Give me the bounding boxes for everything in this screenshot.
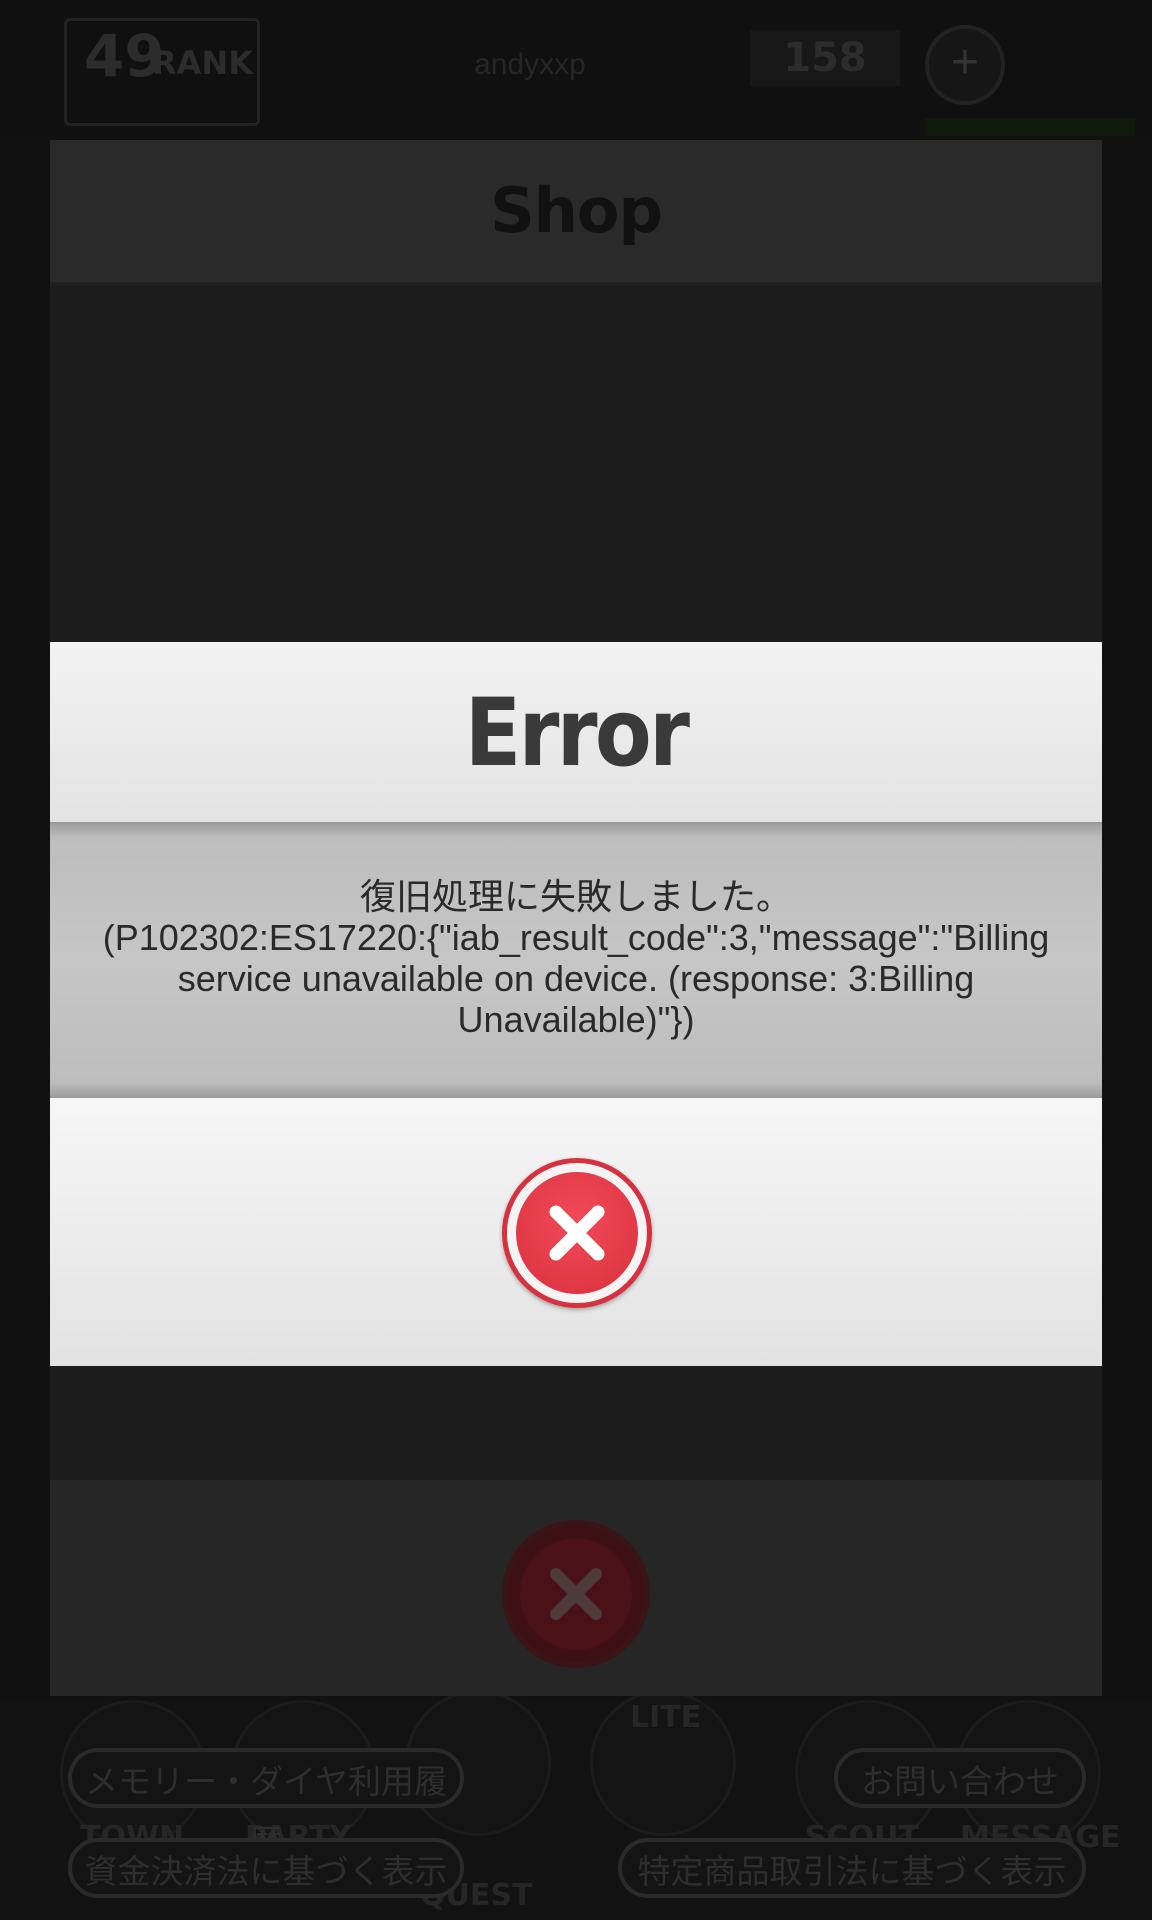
status-strip [925,118,1135,136]
shop-close-button[interactable] [502,1520,650,1668]
username: andyxxp [474,48,586,81]
nav-label-lite: LITE [630,1700,702,1735]
close-button[interactable] [502,1158,652,1308]
close-x-icon [549,1205,605,1261]
shop-header: Shop [50,140,1102,285]
currency-counter: 158 [750,30,900,86]
error-footer [50,1098,1102,1366]
commerce-law-link[interactable]: 特定商品取引法に基づく表示 [618,1838,1086,1898]
error-dialog: Error 復旧処理に失敗しました。 (P102302:ES17220:{"ia… [50,642,1102,1366]
contact-link[interactable]: お問い合わせ [834,1748,1086,1808]
rank-label: RANK [152,44,253,82]
error-message: 復旧処理に失敗しました。 (P102302:ES17220:{"iab_resu… [102,876,1050,1040]
memory-history-link[interactable]: メモリー・ダイヤ利用履歴 [68,1748,464,1860]
close-x-icon [550,1568,602,1620]
close-button-face [516,1172,638,1294]
top-status-bar: 49 RANK andyxxp 158 + [0,0,1152,136]
shop-title: Shop [490,174,663,247]
shop-close-icon-bg [520,1538,632,1650]
error-header: Error [50,642,1102,822]
error-body: 復旧処理に失敗しました。 (P102302:ES17220:{"iab_resu… [50,822,1102,1098]
error-title: Error [464,679,690,788]
payment-law-link[interactable]: 資金決済法に基づく表示 [68,1838,464,1898]
add-currency-button[interactable]: + [925,25,1005,105]
